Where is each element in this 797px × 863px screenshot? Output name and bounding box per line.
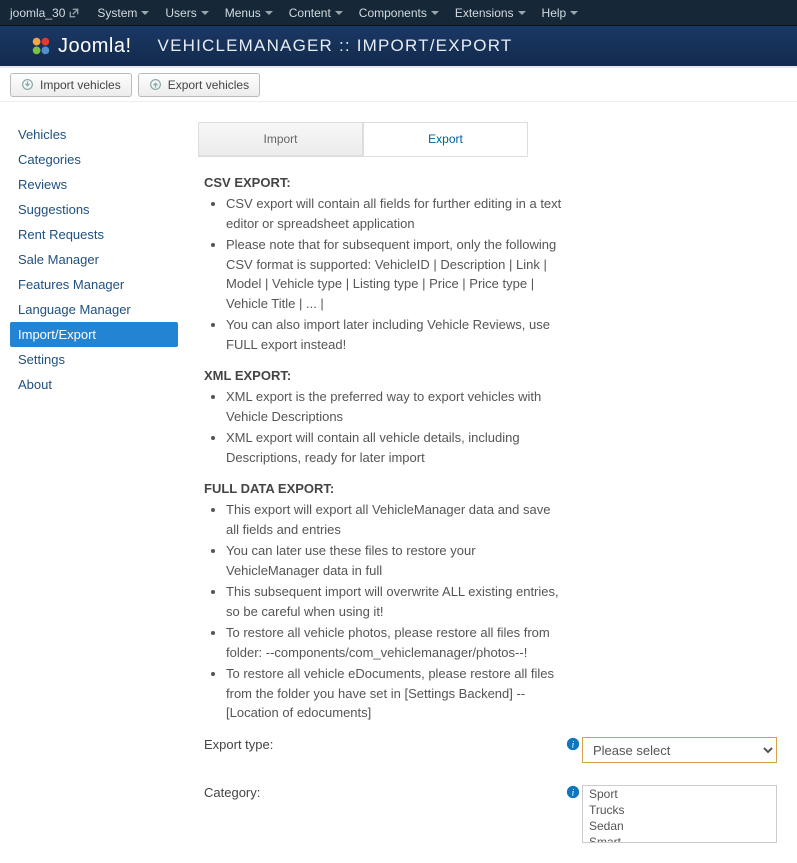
menu-help[interactable]: Help [542, 6, 579, 20]
full-export-heading: FULL DATA EXPORT: [204, 481, 777, 496]
menu-extensions[interactable]: Extensions [455, 6, 526, 20]
menu-system[interactable]: System [97, 6, 149, 20]
sidebar-item-reviews[interactable]: Reviews [10, 172, 178, 197]
sidebar-item-categories[interactable]: Categories [10, 147, 178, 172]
tabs: Import Export [198, 122, 528, 157]
import-icon [21, 78, 34, 91]
sidebar-item-about[interactable]: About [10, 372, 178, 397]
full-export-list: This export will export all VehicleManag… [226, 500, 777, 723]
list-item: Please note that for subsequent import, … [226, 235, 566, 313]
tab-import[interactable]: Import [198, 122, 363, 156]
category-multiselect[interactable]: Sport Trucks Sedan Smart [582, 785, 777, 843]
xml-export-list: XML export is the preferred way to expor… [226, 387, 777, 467]
category-option[interactable]: Sport [583, 786, 776, 802]
category-option[interactable]: Smart [583, 834, 776, 843]
toolbar: Import vehicles Export vehicles [0, 68, 797, 102]
list-item: This export will export all VehicleManag… [226, 500, 566, 539]
xml-export-heading: XML EXPORT: [204, 368, 777, 383]
sidebar-item-features-manager[interactable]: Features Manager [10, 272, 178, 297]
svg-text:i: i [572, 787, 575, 798]
joomla-logo: Joomla! [30, 35, 132, 58]
logo-text: Joomla! [58, 35, 132, 58]
export-icon [149, 78, 162, 91]
page-header: Joomla! VEHICLEMANAGER :: IMPORT/EXPORT [0, 26, 797, 68]
import-vehicles-button[interactable]: Import vehicles [10, 73, 132, 97]
list-item: XML export is the preferred way to expor… [226, 387, 566, 426]
category-option[interactable]: Trucks [583, 802, 776, 818]
chevron-down-icon [335, 11, 343, 15]
csv-export-list: CSV export will contain all fields for f… [226, 194, 777, 354]
sidebar-item-suggestions[interactable]: Suggestions [10, 197, 178, 222]
tab-export[interactable]: Export [363, 122, 528, 156]
page-title: VEHICLEMANAGER :: IMPORT/EXPORT [158, 36, 513, 56]
info-icon[interactable]: i [564, 785, 582, 799]
menu-content[interactable]: Content [289, 6, 343, 20]
svg-text:i: i [572, 739, 575, 750]
sidebar-item-rent-requests[interactable]: Rent Requests [10, 222, 178, 247]
menu-components[interactable]: Components [359, 6, 439, 20]
main-content: Import Export CSV EXPORT: CSV export wil… [198, 122, 787, 843]
list-item: To restore all vehicle eDocuments, pleas… [226, 664, 566, 723]
list-item: You can later use these files to restore… [226, 541, 566, 580]
site-name: joomla_30 [10, 6, 65, 20]
sidebar-item-vehicles[interactable]: Vehicles [10, 122, 178, 147]
export-type-select[interactable]: Please select [582, 737, 777, 763]
list-item: XML export will contain all vehicle deta… [226, 428, 566, 467]
sidebar: Vehicles Categories Reviews Suggestions … [10, 122, 178, 843]
top-menubar: joomla_30 System Users Menus Content Com… [0, 0, 797, 26]
sidebar-item-language-manager[interactable]: Language Manager [10, 297, 178, 322]
export-vehicles-button[interactable]: Export vehicles [138, 73, 260, 97]
chevron-down-icon [265, 11, 273, 15]
list-item: To restore all vehicle photos, please re… [226, 623, 566, 662]
chevron-down-icon [431, 11, 439, 15]
info-icon[interactable]: i [564, 737, 582, 751]
list-item: CSV export will contain all fields for f… [226, 194, 566, 233]
menu-menus[interactable]: Menus [225, 6, 273, 20]
sidebar-item-sale-manager[interactable]: Sale Manager [10, 247, 178, 272]
joomla-logo-icon [30, 35, 52, 57]
sidebar-item-import-export[interactable]: Import/Export [10, 322, 178, 347]
chevron-down-icon [141, 11, 149, 15]
list-item: You can also import later including Vehi… [226, 315, 566, 354]
csv-export-heading: CSV EXPORT: [204, 175, 777, 190]
external-link-icon [69, 8, 79, 18]
menu-users[interactable]: Users [165, 6, 208, 20]
category-label: Category: [204, 785, 564, 800]
chevron-down-icon [518, 11, 526, 15]
chevron-down-icon [201, 11, 209, 15]
site-link[interactable]: joomla_30 [10, 6, 79, 20]
export-type-label: Export type: [204, 737, 564, 752]
chevron-down-icon [570, 11, 578, 15]
sidebar-item-settings[interactable]: Settings [10, 347, 178, 372]
list-item: This subsequent import will overwrite AL… [226, 582, 566, 621]
category-option[interactable]: Sedan [583, 818, 776, 834]
